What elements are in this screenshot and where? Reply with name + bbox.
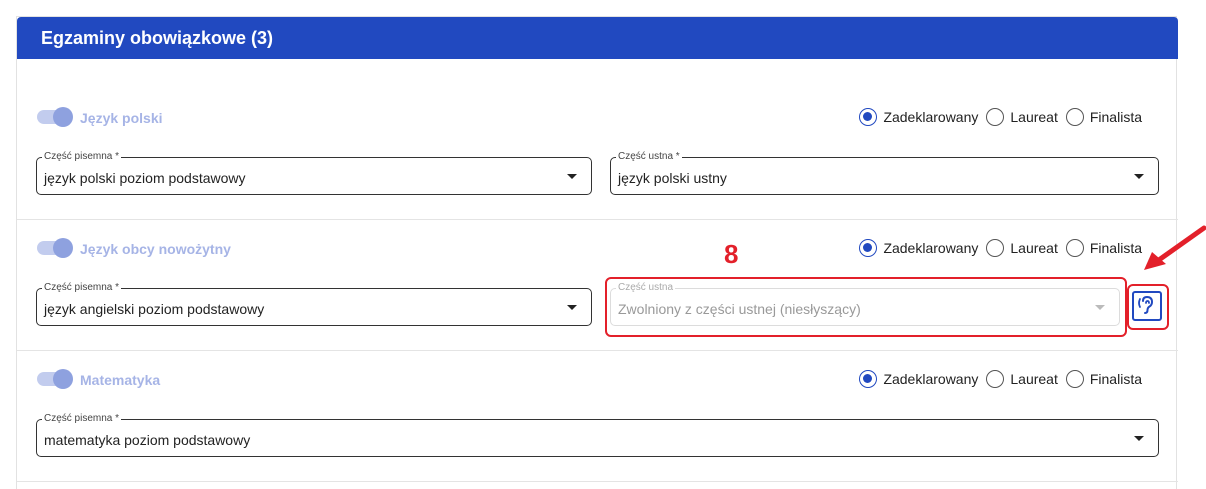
section-header: Egzaminy obowiązkowe (3) [17,17,1178,59]
exam-subject: Język obcy nowożytny [80,241,231,257]
radio-label-declared: Zadeklarowany [883,240,979,256]
radio-label-laureate: Laureat [1010,109,1058,125]
radio-finalist[interactable] [1065,239,1084,257]
row-divider [17,481,1178,482]
exam-subject: Język polski [80,110,163,126]
status-radio-group: Zadeklarowany Laureat Finalista [851,239,1142,257]
written-part-label: Część pisemna * [42,413,122,425]
status-radio-group: Zadeklarowany Laureat Finalista [851,370,1142,388]
radio-declared[interactable] [859,370,878,388]
exam-subject: Matematyka [80,372,161,388]
radio-label-finalist: Finalista [1089,109,1142,125]
radio-declared[interactable] [859,239,878,257]
radio-laureate[interactable] [986,108,1005,126]
exam-row-math: Matematyka Zadeklarowany Laureat Finalis… [17,351,1178,481]
exam-row-foreign-language: Język obcy nowożytny Zadeklarowany Laure… [17,220,1178,350]
written-part-value: język polski poziom podstawowy [44,170,246,186]
chevron-down-icon [567,305,577,310]
radio-label-laureate: Laureat [1010,371,1058,387]
chevron-down-icon [1134,174,1144,179]
oral-part-select[interactable]: Część ustna * język polski ustny [610,151,1159,195]
written-part-label: Część pisemna * [42,151,122,163]
annotation-arrow-icon [1144,225,1206,270]
exam-toggle[interactable] [37,369,73,389]
written-part-value: matematyka poziom podstawowy [44,432,251,448]
written-part-select[interactable]: Część pisemna * matematyka poziom podsta… [36,413,1159,457]
written-part-label: Część pisemna * [42,282,122,294]
mandatory-exams-card: Egzaminy obowiązkowe (3) Język polski Za… [16,16,1178,489]
annotation-marker: 8 [724,239,739,269]
radio-laureate[interactable] [986,370,1005,388]
written-part-select[interactable]: Część pisemna * język polski poziom pods… [36,151,592,195]
exam-row-polish: Język polski Zadeklarowany Laureat Final… [17,59,1178,219]
radio-label-finalist: Finalista [1089,371,1142,387]
radio-label-laureate: Laureat [1010,240,1058,256]
radio-laureate[interactable] [986,239,1005,257]
highlight-frame-button [1127,284,1169,330]
highlight-frame [605,277,1127,337]
status-radio-group: Zadeklarowany Laureat Finalista [851,108,1142,126]
exam-toggle[interactable] [37,238,73,258]
written-part-select[interactable]: Część pisemna * język angielski poziom p… [36,282,592,326]
radio-finalist[interactable] [1065,108,1084,126]
radio-finalist[interactable] [1065,370,1084,388]
chevron-down-icon [1134,436,1144,441]
section-title: Egzaminy obowiązkowe (3) [41,28,274,48]
written-part-value: język angielski poziom podstawowy [44,301,265,317]
chevron-down-icon [567,174,577,179]
oral-part-label: Część ustna * [616,151,682,163]
oral-part-value: język polski ustny [618,170,727,186]
radio-label-declared: Zadeklarowany [883,371,979,387]
radio-label-finalist: Finalista [1089,240,1142,256]
exam-toggle[interactable] [37,107,73,127]
radio-declared[interactable] [859,108,878,126]
radio-label-declared: Zadeklarowany [883,109,979,125]
